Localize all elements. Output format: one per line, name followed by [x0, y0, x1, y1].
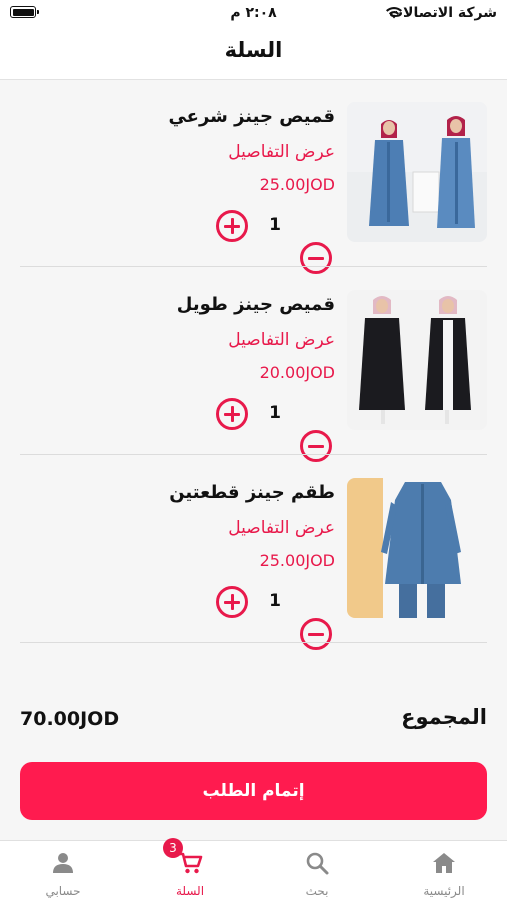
total-label: المجموع [401, 705, 487, 729]
checkout-button[interactable]: إتمام الطلب [20, 762, 487, 820]
product-price: 25.00JOD [259, 175, 335, 194]
quantity-value: 1 [269, 591, 281, 611]
tab-search[interactable]: بحث [254, 841, 380, 901]
tab-bar: حسابي 3 السلة بحث الرئيسية [0, 838, 507, 901]
increase-quantity-button[interactable] [216, 398, 248, 430]
product-image[interactable] [347, 478, 487, 618]
product-photo-icon [347, 102, 487, 242]
tab-label: الرئيسية [423, 884, 465, 898]
product-image[interactable] [347, 290, 487, 430]
quantity-value: 1 [269, 215, 281, 235]
minus-icon [308, 256, 324, 260]
tab-home[interactable]: الرئيسية [381, 841, 507, 901]
view-details-link[interactable]: عرض التفاصيل [228, 142, 335, 162]
decrease-quantity-button[interactable] [300, 618, 332, 650]
cart-item: قميص جينز طويل عرض التفاصيل 20.00JOD 1 [20, 290, 487, 462]
view-details-link[interactable]: عرض التفاصيل [228, 330, 335, 350]
increase-quantity-button[interactable] [216, 210, 248, 242]
decrease-quantity-button[interactable] [300, 430, 332, 462]
minus-icon [308, 444, 324, 448]
divider [20, 642, 487, 643]
cart-item: قميص جينز شرعي عرض التفاصيل 25.00JOD 1 [20, 102, 487, 274]
product-name: طقم جينز قطعتين [169, 482, 335, 503]
tab-account[interactable]: حسابي [0, 841, 126, 901]
tab-label: بحث [305, 884, 329, 898]
divider [20, 454, 487, 455]
page-title: السلة [224, 38, 283, 62]
status-bar: ٢:٠٨ م شركة الاتصالات [0, 0, 507, 28]
cart-count-badge: 3 [163, 838, 183, 858]
product-price: 20.00JOD [259, 363, 335, 382]
product-image[interactable] [347, 102, 487, 242]
quantity-value: 1 [269, 403, 281, 423]
product-photo-icon [347, 478, 487, 618]
cart-item: طقم جينز قطعتين عرض التفاصيل 25.00JOD 1 [20, 478, 487, 650]
home-icon [433, 853, 455, 873]
divider [20, 266, 487, 267]
total-value: 70.00JOD [20, 708, 120, 730]
tab-cart[interactable]: 3 السلة [127, 838, 253, 901]
product-photo-icon [347, 290, 487, 430]
tab-label: السلة [175, 884, 205, 898]
header: السلة [0, 28, 507, 80]
product-name: قميص جينز شرعي [168, 106, 335, 127]
view-details-link[interactable]: عرض التفاصيل [228, 518, 335, 538]
minus-icon [308, 632, 324, 636]
tab-label: حسابي [45, 884, 81, 898]
increase-quantity-button[interactable] [216, 586, 248, 618]
search-icon [306, 852, 329, 875]
decrease-quantity-button[interactable] [300, 242, 332, 274]
person-icon [53, 853, 73, 873]
product-name: قميص جينز طويل [176, 294, 335, 315]
product-price: 25.00JOD [259, 551, 335, 570]
carrier-name: شركة الاتصالات [388, 5, 497, 21]
